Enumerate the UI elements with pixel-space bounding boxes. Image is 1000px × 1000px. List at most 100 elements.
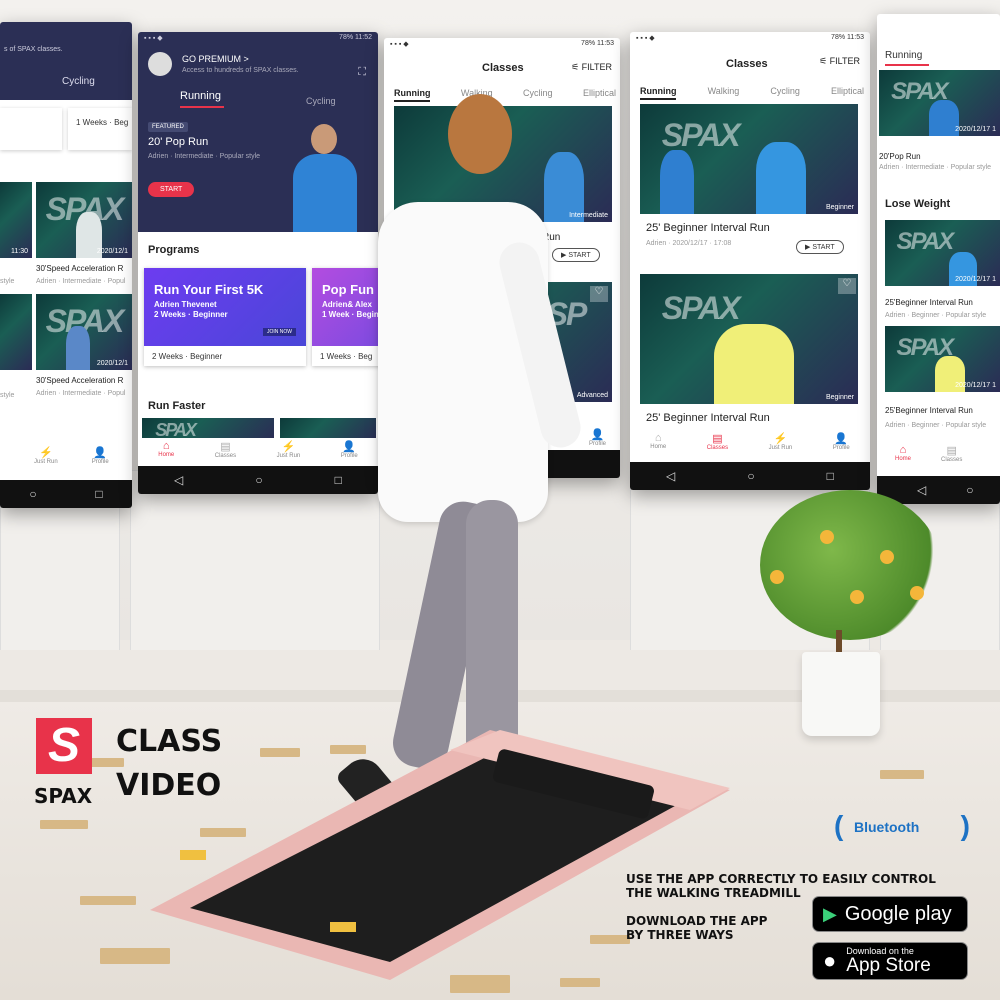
bluetooth-label: Bluetooth bbox=[854, 819, 920, 835]
filter-icon: ⚟ bbox=[819, 56, 830, 66]
program-card-5k[interactable]: Run Your First 5K Adrien Thevenet 2 Week… bbox=[144, 268, 306, 366]
profile-icon: 👤 bbox=[834, 433, 849, 445]
nav-profile[interactable]: 👤 Profile bbox=[833, 432, 850, 462]
tab-running[interactable]: Running bbox=[640, 86, 677, 96]
filter-icon: ⚟ bbox=[571, 62, 582, 72]
back-nav-icon[interactable]: ◁ bbox=[666, 469, 675, 483]
promo-line-4: BY THREE WAYS bbox=[626, 928, 734, 942]
page-title: Classes bbox=[726, 58, 768, 70]
home-nav-icon[interactable]: ○ bbox=[29, 487, 36, 501]
filter-button[interactable]: ⚟ FILTER bbox=[819, 56, 860, 67]
level-label: Beginner bbox=[825, 394, 854, 401]
profile-icon: 👤 bbox=[93, 447, 108, 459]
premium-subtitle: Access to hundreds of SPAX classes. bbox=[182, 67, 299, 74]
nav-home[interactable]: ⌂ Home bbox=[158, 440, 174, 468]
start-button[interactable]: ▶ START bbox=[796, 240, 844, 254]
bluetooth-badge: ( ) Bluetooth bbox=[834, 810, 970, 841]
google-play-badge[interactable]: ▶ Google play bbox=[812, 896, 968, 932]
status-bar: 78% 11:53 bbox=[581, 40, 614, 47]
instructor-photo bbox=[293, 122, 357, 232]
brand-name: SPAX bbox=[34, 784, 93, 808]
class-thumbnail[interactable]: SPAX 2020/12/17 1 bbox=[885, 326, 1000, 392]
home-nav-icon[interactable]: ○ bbox=[255, 473, 262, 487]
nav-just-run[interactable]: ⚡ Just Run bbox=[34, 446, 58, 465]
level-label: Beginner bbox=[825, 204, 854, 211]
nav-just-run[interactable]: ⚡ Just Run bbox=[769, 432, 793, 462]
recents-nav-icon[interactable]: □ bbox=[335, 473, 342, 487]
google-play-label: Google play bbox=[844, 902, 952, 925]
section-heading: Lose Weight bbox=[885, 198, 951, 210]
class-thumbnail[interactable]: SPAX 2020/12/1 bbox=[36, 294, 132, 370]
status-bar: 78% 11:52 bbox=[339, 34, 372, 41]
class-title: 25'Beginner Interval Run bbox=[885, 298, 973, 307]
home-nav-icon[interactable]: ○ bbox=[966, 483, 973, 497]
nav-classes[interactable]: ▤ Classes bbox=[941, 444, 962, 463]
class-thumbnail[interactable]: SPAX 2020/12/17 1 bbox=[885, 220, 1000, 286]
start-button[interactable]: START bbox=[148, 182, 195, 197]
premium-title[interactable]: GO PREMIUM > bbox=[182, 54, 249, 64]
nav-home[interactable]: ⌂ Home bbox=[895, 444, 911, 463]
featured-title: 20' Pop Run bbox=[148, 136, 209, 148]
favorite-icon[interactable]: ♡ bbox=[838, 278, 856, 294]
class-thumbnail[interactable]: SPAX Beginner bbox=[640, 274, 858, 404]
filter-button[interactable]: ⚟ FILTER bbox=[571, 62, 612, 73]
date-label: 2020/12/17 1 bbox=[955, 382, 996, 389]
program-card[interactable]: 1 Weeks · Beg bbox=[68, 108, 132, 150]
back-nav-icon[interactable]: ◁ bbox=[174, 473, 183, 487]
class-meta: Adrien · Intermediate · Popular style bbox=[879, 164, 992, 171]
header-text: s of SPAX classes. bbox=[4, 46, 63, 53]
avatar[interactable] bbox=[148, 52, 172, 76]
class-meta: Adrien · Beginner · Popular style bbox=[885, 422, 987, 429]
tab-running[interactable]: Running bbox=[180, 90, 221, 102]
tab-walking[interactable]: Walking bbox=[708, 86, 740, 96]
app-store-badge[interactable]: ● Download on the App Store bbox=[812, 942, 968, 980]
class-thumbnail[interactable]: SPAX 2020/12/17 1 bbox=[879, 70, 1000, 136]
program-card-pop-fun[interactable]: Pop Fun Adrien& Alex 1 Week · Beginner 1… bbox=[312, 268, 378, 366]
nav-just-run[interactable]: ⚡ Just Run bbox=[277, 440, 301, 468]
nav-classes[interactable]: ▤ Classes bbox=[707, 432, 728, 462]
phone-screen-1: s of SPAX classes. Cycling 1 Weeks · Beg… bbox=[0, 22, 132, 508]
date-label: 2020/12/17 1 bbox=[955, 276, 996, 283]
classes-icon: ▤ bbox=[220, 441, 231, 453]
nav-classes[interactable]: ▤ Classes bbox=[215, 440, 236, 468]
phone-screen-4: ▪ ▪ ▪ ◆ 78% 11:53 Classes ⚟ FILTER Runnin… bbox=[630, 32, 870, 490]
date-label: 2020/12/1 bbox=[96, 360, 128, 367]
potted-plant bbox=[740, 490, 950, 740]
class-meta: Adrien · Intermediate · Popul bbox=[36, 278, 126, 285]
bolt-icon: ⚡ bbox=[773, 433, 788, 445]
android-nav-bar: ◁ ○ □ bbox=[630, 462, 870, 490]
tab-cycling[interactable]: Cycling bbox=[62, 76, 95, 87]
class-thumbnail[interactable]: SPAX Beginner bbox=[640, 104, 858, 214]
side-text: style bbox=[0, 278, 15, 285]
scan-icon[interactable]: ⛶ bbox=[358, 66, 366, 79]
classes-icon: ▤ bbox=[712, 433, 723, 445]
tab-cycling[interactable]: Cycling bbox=[770, 86, 800, 96]
nav-profile[interactable]: 👤 Profile bbox=[92, 446, 109, 465]
program-card[interactable] bbox=[0, 108, 62, 150]
program-detail: 2 Weeks · Beginner bbox=[154, 310, 228, 319]
tab-running[interactable]: Running bbox=[885, 50, 922, 61]
class-thumbnail[interactable]: 11:30 bbox=[0, 182, 32, 258]
join-now-button[interactable]: JOIN NOW bbox=[263, 328, 296, 336]
android-nav-bar: ◁ ○ □ bbox=[138, 466, 378, 494]
tab-cycling[interactable]: Cycling bbox=[306, 96, 336, 106]
class-title: 20'Pop Run bbox=[879, 152, 921, 161]
class-thumbnail[interactable] bbox=[0, 294, 32, 370]
tab-elliptical[interactable]: Elliptical bbox=[831, 86, 864, 96]
class-thumbnail[interactable]: SPAX 2020/12/1 bbox=[36, 182, 132, 258]
nav-profile[interactable]: 👤 Profile bbox=[341, 440, 358, 468]
class-title: 30'Speed Acceleration R bbox=[36, 264, 124, 273]
recents-nav-icon[interactable]: □ bbox=[95, 487, 102, 501]
class-meta: Adrien · Beginner · Popular style bbox=[885, 312, 987, 319]
status-bar: 78% 11:53 bbox=[831, 34, 864, 41]
google-play-icon: ▶ bbox=[823, 903, 837, 924]
recents-nav-icon[interactable]: □ bbox=[827, 469, 834, 483]
nav-home[interactable]: ⌂ Home bbox=[650, 432, 666, 462]
app-store-label: App Store bbox=[846, 955, 931, 976]
promo-line-3: DOWNLOAD THE APP bbox=[626, 914, 768, 928]
program-title: Pop Fun bbox=[322, 282, 374, 297]
treadmill bbox=[150, 730, 740, 980]
class-meta: Adrien · 2020/12/17 · 17:08 bbox=[646, 240, 732, 247]
side-text: style bbox=[0, 392, 15, 399]
home-nav-icon[interactable]: ○ bbox=[747, 469, 754, 483]
